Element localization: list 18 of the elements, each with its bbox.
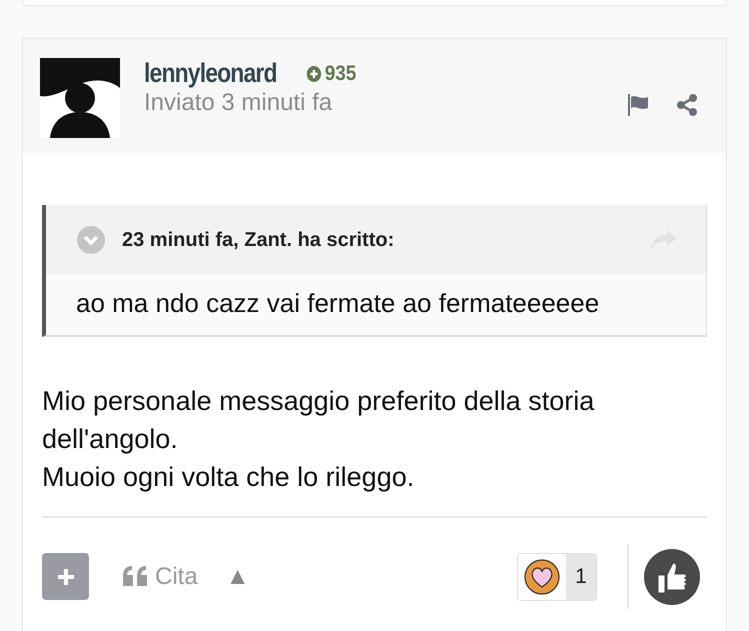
add-button[interactable]	[42, 553, 89, 600]
upvote-button[interactable]: ▲	[226, 558, 250, 595]
plus-icon	[56, 566, 76, 587]
avatar-icon	[40, 58, 120, 138]
username-link[interactable]: lennyleonard	[144, 58, 277, 88]
flag-icon[interactable]	[626, 94, 650, 116]
like-button[interactable]	[643, 548, 701, 606]
plus-icon	[306, 66, 322, 82]
post-text: Muoio ogni volta che lo rileggo.	[42, 460, 416, 494]
post-text: Mio personale messaggio preferito della storia dell'angolo.	[42, 385, 596, 456]
reputation-score: 935	[306, 58, 356, 90]
post-date: Inviato 3 minuti fa	[144, 90, 334, 116]
thumbs-up-icon	[643, 548, 701, 606]
share-icon[interactable]	[676, 94, 698, 116]
quote-icon	[123, 566, 149, 588]
reaction-counter[interactable]: 1	[517, 552, 597, 601]
quote-text: ao ma ndo cazz vai fermate ao fermateeeeee	[46, 274, 706, 335]
quote-header: 23 minuti fa, Zant. ha scritto:	[122, 228, 396, 252]
